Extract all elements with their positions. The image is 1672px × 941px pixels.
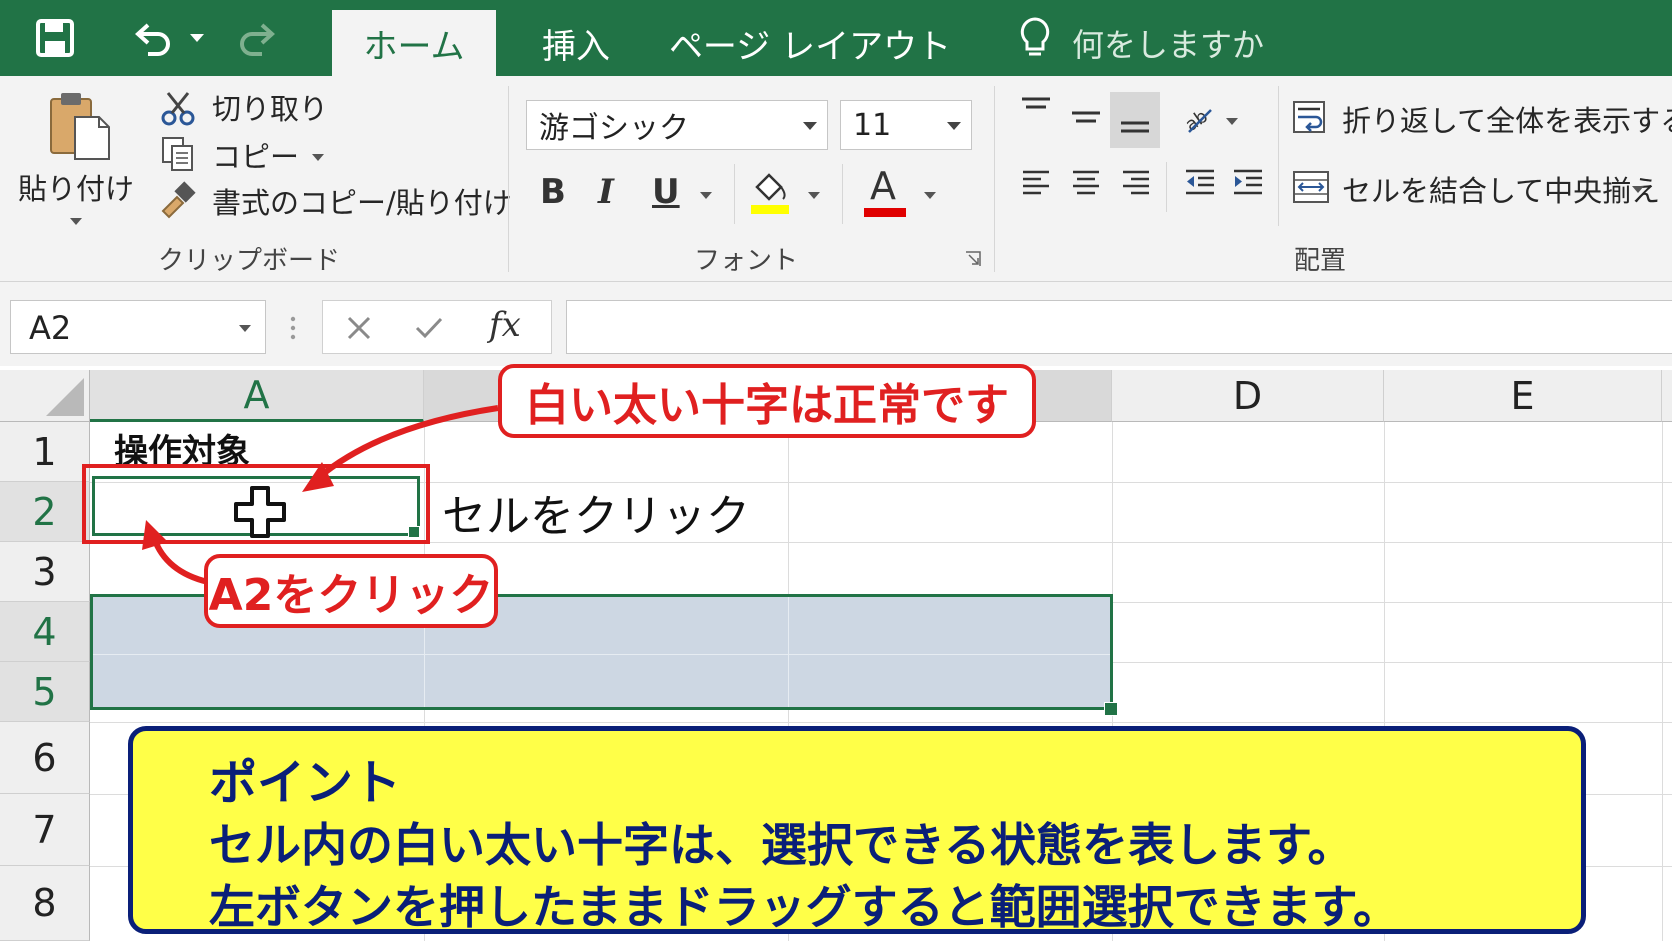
chevron-down-icon[interactable]	[803, 122, 817, 130]
tell-me-text: 何をしますか	[1072, 26, 1265, 64]
a2-callout: A2をクリック	[204, 554, 498, 628]
group-separator	[994, 86, 995, 272]
cut-button[interactable]: 切り取り	[212, 86, 328, 128]
align-top-icon[interactable]	[1016, 90, 1056, 130]
font-color-swatch	[864, 208, 906, 217]
copy-button[interactable]: コピー	[212, 134, 299, 176]
group-separator	[734, 164, 735, 224]
paste-dropdown-icon[interactable]	[70, 218, 82, 225]
group-separator	[1278, 86, 1279, 226]
point-line-1: セル内の白い太い十字は、選択できる状態を表します。	[209, 818, 1354, 872]
lightbulb-icon[interactable]	[1012, 14, 1058, 62]
cancel-icon[interactable]	[339, 309, 379, 347]
name-box[interactable]: A2	[10, 300, 266, 354]
align-right-icon[interactable]	[1116, 162, 1156, 202]
font-name-combobox[interactable]: 游ゴシック	[526, 100, 828, 150]
orientation-dropdown-icon[interactable]	[1226, 118, 1238, 125]
orientation-icon[interactable]: ab	[1178, 96, 1222, 140]
align-middle-icon[interactable]	[1066, 98, 1106, 138]
redo-icon[interactable]	[232, 14, 280, 62]
name-box-value: A2	[29, 309, 72, 347]
formula-bar: A2 fx	[0, 282, 1672, 366]
paste-icon[interactable]	[42, 88, 118, 164]
fill-color-icon[interactable]	[748, 166, 792, 216]
insert-function-button[interactable]: fx	[489, 305, 521, 345]
point-line-2: 左ボタンを押したままドラッグすると範囲選択できます。	[209, 880, 1400, 934]
underline-button[interactable]: U	[652, 172, 680, 212]
cross-callout: 白い太い十字は正常です	[498, 364, 1036, 438]
underline-dropdown-icon[interactable]	[700, 192, 712, 199]
align-center-icon[interactable]	[1066, 162, 1106, 202]
font-color-button[interactable]: A	[870, 164, 896, 208]
tab-home[interactable]: ホーム	[332, 10, 496, 76]
decrease-indent-icon[interactable]	[1180, 162, 1220, 202]
copy-dropdown-icon[interactable]	[312, 154, 324, 161]
copy-icon[interactable]	[158, 134, 198, 174]
bold-button[interactable]: B	[540, 172, 566, 212]
group-separator	[508, 86, 509, 272]
merge-center-icon[interactable]	[1290, 166, 1332, 208]
merge-center-dropdown-icon[interactable]	[1632, 186, 1644, 193]
undo-icon[interactable]	[130, 14, 180, 62]
formula-buttons: fx	[322, 300, 552, 354]
chevron-down-icon[interactable]	[239, 325, 251, 332]
chevron-down-icon[interactable]	[947, 122, 961, 130]
dialog-launcher-icon[interactable]	[962, 248, 984, 270]
tab-page-layout[interactable]: ページ レイアウト	[669, 10, 951, 76]
alignment-group-label: 配置	[1294, 246, 1347, 276]
align-bottom-icon[interactable]	[1110, 92, 1160, 148]
clipboard-group-label: クリップボード	[158, 246, 341, 276]
font-size-combobox[interactable]: 11	[840, 100, 972, 150]
italic-button[interactable]: I	[598, 172, 614, 212]
enter-check-icon[interactable]	[409, 309, 449, 347]
paste-button[interactable]: 貼り付け	[18, 166, 134, 208]
svg-text:ab: ab	[1181, 106, 1211, 136]
wrap-text-icon[interactable]	[1290, 96, 1332, 138]
merge-center-button[interactable]: セルを結合して中央揃え	[1342, 168, 1660, 210]
font-name-value: 游ゴシック	[539, 111, 689, 146]
scissors-icon[interactable]	[158, 88, 198, 128]
tab-insert[interactable]: 挿入	[526, 10, 626, 76]
increase-indent-icon[interactable]	[1228, 162, 1268, 202]
ribbon: 貼り付け 切り取り コピー 書式のコピー/貼り付け クリップボード 游ゴシック	[0, 76, 1672, 282]
fill-color-dropdown-icon[interactable]	[808, 192, 820, 199]
formula-input[interactable]	[566, 300, 1672, 354]
font-size-value: 11	[853, 107, 892, 143]
font-group-label: フォント	[694, 246, 799, 276]
group-separator	[842, 164, 843, 224]
wrap-text-button[interactable]: 折り返して全体を表示する	[1342, 98, 1672, 140]
font-color-dropdown-icon[interactable]	[924, 192, 936, 199]
save-icon[interactable]	[32, 14, 78, 62]
tell-me-search[interactable]: 何をしますか	[1072, 10, 1264, 76]
more-options-icon	[286, 308, 300, 348]
point-box: ポイント セル内の白い太い十字は、選択できる状態を表します。 左ボタンを押したま…	[128, 726, 1586, 934]
point-title: ポイント	[209, 755, 402, 811]
group-separator	[1166, 162, 1167, 212]
format-painter-button[interactable]: 書式のコピー/貼り付け	[212, 180, 512, 222]
title-bar: ホーム 挿入 ページ レイアウト 何をしますか	[0, 0, 1672, 76]
undo-dropdown-icon[interactable]	[186, 14, 208, 62]
align-left-icon[interactable]	[1016, 162, 1056, 202]
format-painter-icon[interactable]	[158, 180, 198, 220]
